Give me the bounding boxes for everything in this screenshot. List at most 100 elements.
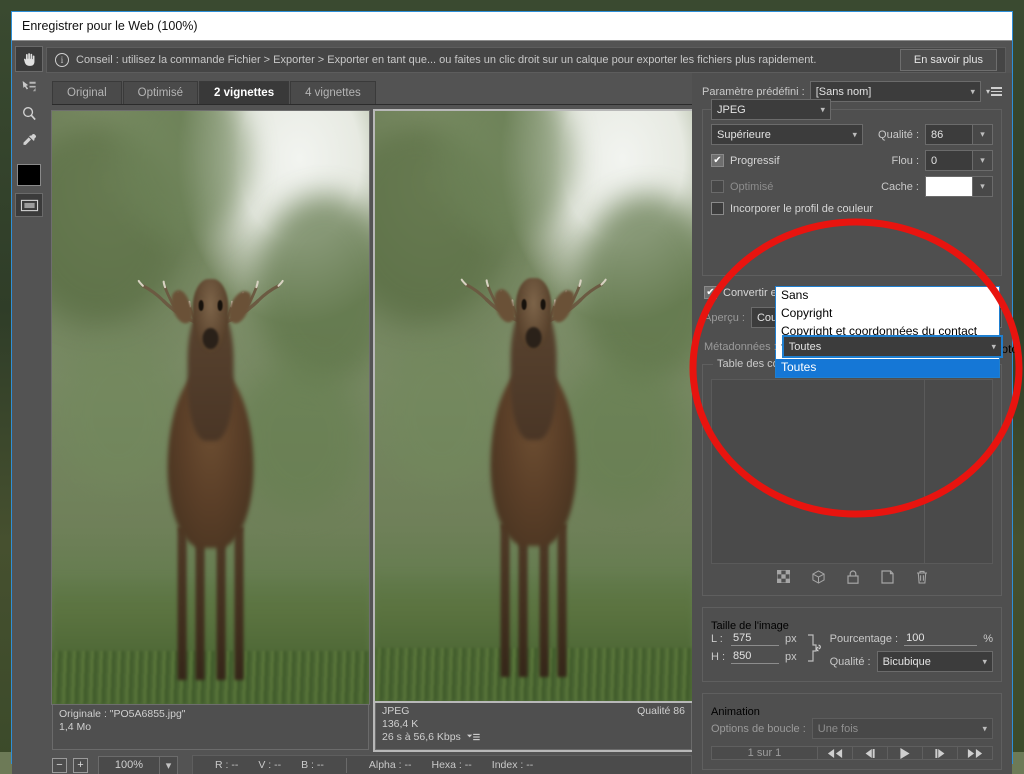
tab-original[interactable]: Original bbox=[52, 81, 122, 104]
file-format-group: JPEG ▾ Supérieure ▾ Qualité : 86 ▾ ✔ Pro… bbox=[702, 99, 1002, 276]
percent-label: Pourcentage : bbox=[829, 633, 899, 645]
quality-stepper[interactable]: 86 ▾ bbox=[925, 124, 993, 145]
last-frame-icon[interactable] bbox=[957, 747, 992, 759]
metadata-select[interactable]: Toutes ▾ bbox=[781, 335, 1004, 358]
preview-panel: Original Optimisé 2 vignettes 4 vignette… bbox=[46, 73, 694, 774]
previous-frame-icon[interactable] bbox=[852, 747, 887, 759]
original-filename: Originale : "PO5A6855.jpg" bbox=[59, 708, 186, 720]
zoom-tool[interactable] bbox=[15, 100, 43, 126]
animation-legend: Animation bbox=[711, 706, 760, 718]
quality-label: Qualité : bbox=[878, 128, 919, 141]
chain-link-icon[interactable] bbox=[806, 632, 822, 664]
embed-color-profile-checkbox[interactable]: Incorporer le profil de couleur bbox=[711, 202, 873, 215]
chevron-down-icon: ▾ bbox=[982, 656, 987, 666]
color-table-group: Table des couleurs bbox=[702, 358, 1002, 596]
zoom-level-select[interactable]: 100% ▾ bbox=[98, 755, 178, 774]
quality-preset-value: Supérieure bbox=[717, 128, 771, 141]
tab-4-up[interactable]: 4 vignettes bbox=[290, 81, 376, 104]
width-unit: px bbox=[785, 633, 797, 645]
original-image[interactable] bbox=[51, 110, 370, 705]
next-frame-icon[interactable] bbox=[922, 747, 957, 759]
preview-views: Originale : "PO5A6855.jpg" 1,4 Mo JPEG Q… bbox=[51, 105, 694, 752]
optimized-quality: Qualité 86 bbox=[637, 705, 685, 717]
image-size-legend: Taille de l'image bbox=[711, 620, 789, 632]
chevron-down-icon: ▾ bbox=[852, 129, 857, 139]
dialog-title: Enregistrer pour le Web (100%) bbox=[22, 19, 198, 33]
color-swatch-box bbox=[17, 164, 41, 186]
loop-options-value: Une fois bbox=[817, 722, 859, 735]
chevron-down-icon: ▾ bbox=[820, 104, 825, 114]
file-format-select[interactable]: JPEG ▾ bbox=[711, 99, 831, 120]
metadata-dropdown-popup[interactable]: Sans Copyright Copyright et coordonnées … bbox=[775, 286, 1018, 378]
color-table-swatches[interactable] bbox=[711, 379, 993, 564]
extra-readouts: Alpha : -- Hexa : -- Index : -- bbox=[347, 759, 555, 771]
optimized-caption: JPEG Qualité 86 136,4 K 26 s à 56,6 Kbps bbox=[373, 699, 694, 752]
preview-optimized[interactable]: JPEG Qualité 86 136,4 K 26 s à 56,6 Kbps bbox=[373, 109, 694, 752]
readout-v: V : -- bbox=[258, 759, 282, 771]
metadata-option-sans[interactable]: Sans bbox=[776, 287, 999, 305]
optimized-image[interactable] bbox=[373, 109, 694, 703]
chevron-down-icon[interactable]: ▾ bbox=[973, 124, 993, 145]
readout-hexa: Hexa : -- bbox=[431, 759, 472, 771]
metadata-value: Toutes bbox=[788, 340, 822, 353]
height-input[interactable]: 850 bbox=[731, 650, 779, 664]
dialog-body: i Conseil : utilisez la commande Fichier… bbox=[12, 41, 1018, 774]
zoom-in-button[interactable]: + bbox=[73, 757, 88, 773]
first-frame-icon[interactable] bbox=[817, 747, 852, 759]
blur-value[interactable]: 0 bbox=[925, 150, 973, 171]
readout-b: B : -- bbox=[301, 759, 324, 771]
optimization-settings-panel: Paramètre prédéfini : [Sans nom] ▾ ▾ JPE… bbox=[692, 73, 1018, 774]
trash-icon[interactable] bbox=[916, 570, 928, 587]
new-color-icon[interactable] bbox=[880, 570, 894, 587]
metadata-option-copyright[interactable]: Copyright bbox=[776, 305, 999, 323]
cube-icon[interactable] bbox=[811, 570, 825, 587]
progressive-checkbox[interactable]: Progressif bbox=[711, 154, 780, 167]
blur-stepper[interactable]: 0 ▾ bbox=[925, 150, 993, 171]
metadata-option-toutes[interactable]: Toutes bbox=[776, 359, 999, 377]
resample-quality-select[interactable]: Bicubique ▾ bbox=[876, 651, 993, 672]
width-input[interactable]: 575 bbox=[731, 632, 779, 646]
deer-photo bbox=[52, 111, 369, 704]
lock-icon[interactable] bbox=[846, 570, 859, 587]
eyedropper-tool[interactable] bbox=[15, 127, 43, 153]
learn-more-button[interactable]: En savoir plus bbox=[899, 49, 997, 71]
progressive-label: Progressif bbox=[730, 154, 780, 167]
embed-color-profile-label: Incorporer le profil de couleur bbox=[730, 202, 874, 215]
toggle-slices-visibility-icon[interactable] bbox=[15, 193, 43, 217]
panel-menu-icon[interactable]: ▾ bbox=[986, 87, 1002, 96]
color-table-toolbar bbox=[711, 564, 993, 589]
preview-original[interactable]: Originale : "PO5A6855.jpg" 1,4 Mo bbox=[51, 110, 370, 750]
content-row: Original Optimisé 2 vignettes 4 vignette… bbox=[46, 73, 1018, 774]
preset-value: [Sans nom] bbox=[815, 85, 872, 98]
chevron-down-icon[interactable]: ▾ bbox=[973, 176, 993, 197]
preview-label: Aperçu : bbox=[704, 311, 745, 324]
download-rate-flyout-icon[interactable] bbox=[466, 731, 480, 744]
quality-value[interactable]: 86 bbox=[925, 124, 973, 145]
matte-color-swatch[interactable] bbox=[925, 176, 973, 197]
resample-quality-value: Bicubique bbox=[882, 655, 931, 668]
transparency-icon[interactable] bbox=[775, 569, 791, 587]
foreground-color-swatch[interactable] bbox=[15, 162, 43, 188]
checkbox-box bbox=[711, 154, 724, 167]
zoom-level-value: 100% bbox=[114, 759, 144, 771]
chevron-down-icon[interactable]: ▾ bbox=[159, 756, 177, 774]
tab-optimized[interactable]: Optimisé bbox=[122, 81, 199, 104]
slice-select-tool[interactable] bbox=[15, 73, 43, 99]
original-caption: Originale : "PO5A6855.jpg" 1,4 Mo bbox=[52, 704, 369, 750]
animation-controls: 1 sur 1 bbox=[711, 746, 993, 760]
play-icon[interactable] bbox=[887, 747, 922, 759]
chevron-down-icon: ▾ bbox=[982, 723, 987, 733]
zoom-out-button[interactable]: − bbox=[52, 757, 67, 773]
resample-quality-label: Qualité : bbox=[829, 655, 871, 668]
percent-input[interactable]: 100 bbox=[904, 632, 978, 646]
rgb-readouts: R : -- V : -- B : -- bbox=[193, 759, 346, 771]
hand-tool[interactable] bbox=[15, 46, 43, 72]
tools-palette bbox=[12, 41, 46, 774]
loop-options-label: Options de boucle : bbox=[711, 722, 806, 735]
chevron-down-icon[interactable]: ▾ bbox=[973, 150, 993, 171]
matte-color-select[interactable]: ▾ bbox=[925, 176, 993, 197]
tab-2-up[interactable]: 2 vignettes bbox=[199, 81, 290, 104]
quality-preset-select[interactable]: Supérieure ▾ bbox=[711, 124, 863, 145]
preset-select[interactable]: [Sans nom] ▾ bbox=[809, 81, 981, 102]
optimized-label: Optimisé bbox=[730, 180, 774, 193]
